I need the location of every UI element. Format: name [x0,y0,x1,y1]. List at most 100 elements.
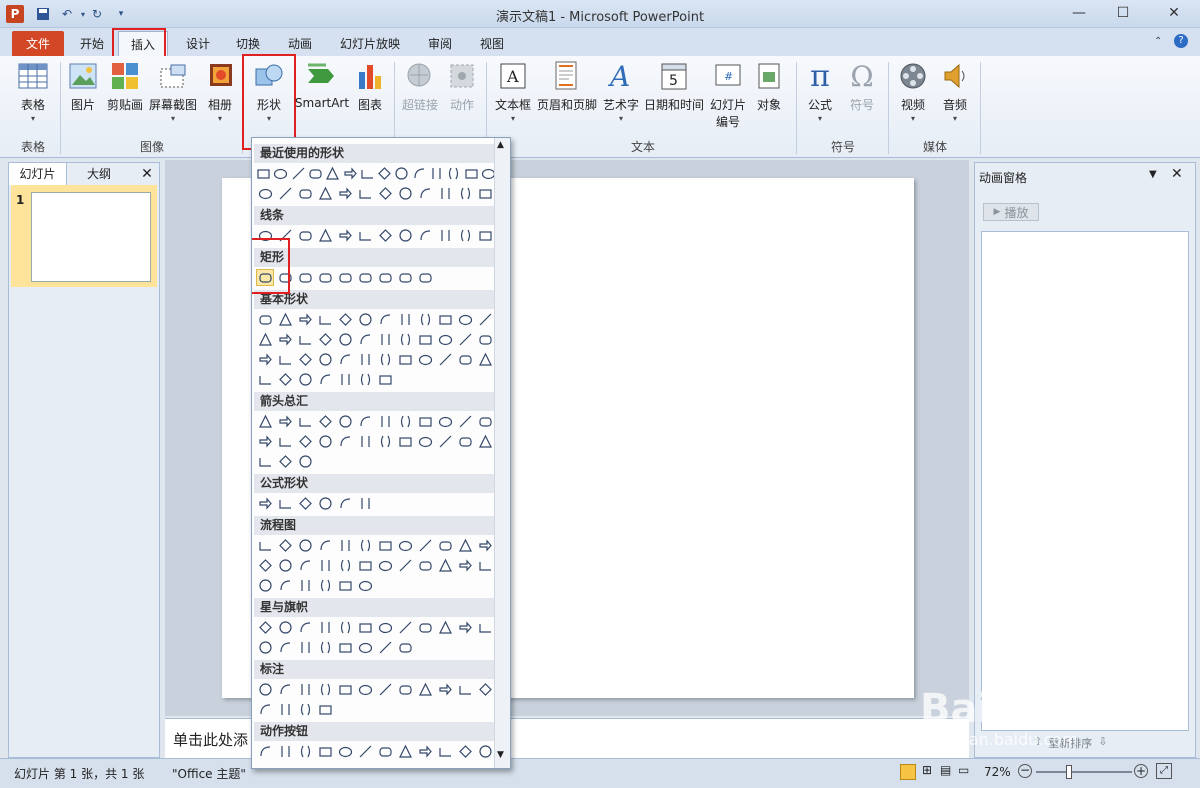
shape-option[interactable] [476,433,494,450]
shape-option[interactable] [476,619,494,636]
shape-option[interactable] [256,331,274,348]
shape-option[interactable] [396,433,414,450]
shape-option[interactable] [296,351,314,368]
shape-option[interactable] [416,311,434,328]
shape-option[interactable] [276,743,294,760]
scroll-up-icon[interactable]: ▲ [497,140,504,150]
shape-option[interactable] [276,495,294,512]
audio-button[interactable]: 音频 ▾ [938,60,972,123]
shape-option[interactable] [456,311,474,328]
pane-options-icon[interactable]: ▼ [1149,169,1157,180]
shape-option[interactable] [436,311,454,328]
textbox-button[interactable]: A 文本框 ▾ [492,60,534,123]
shape-option[interactable] [276,681,294,698]
shape-option[interactable] [416,269,434,286]
shape-option[interactable] [325,165,340,182]
shape-option[interactable] [396,311,414,328]
shape-option[interactable] [436,433,454,450]
shape-option[interactable] [356,639,374,656]
shape-option[interactable] [416,185,434,202]
shape-option[interactable] [356,331,374,348]
shape-option[interactable] [456,227,474,244]
shape-option[interactable] [476,227,494,244]
shape-option[interactable] [276,701,294,718]
tab-slides[interactable]: 幻灯片 [9,163,67,185]
shape-option[interactable] [416,433,434,450]
shape-option[interactable] [316,577,334,594]
tab-transitions[interactable]: 切换 [226,31,270,56]
chart-button[interactable]: 图表 [354,60,386,113]
shape-option[interactable] [396,269,414,286]
shape-option[interactable] [256,537,274,554]
shape-option[interactable] [296,185,314,202]
shape-option[interactable] [316,743,334,760]
shape-option[interactable] [356,413,374,430]
shape-option[interactable] [436,227,454,244]
tab-file[interactable]: 文件 [12,31,64,56]
shape-option[interactable] [336,537,354,554]
shape-option[interactable] [396,743,414,760]
minimize-button[interactable]: — [1062,2,1096,24]
shape-option[interactable] [336,227,354,244]
shape-option[interactable] [412,165,427,182]
shape-option[interactable] [316,351,334,368]
shape-option[interactable] [416,743,434,760]
shape-option[interactable] [276,619,294,636]
shape-option[interactable] [336,557,354,574]
shape-option[interactable] [256,495,274,512]
shape-option[interactable] [356,495,374,512]
shape-option[interactable] [256,577,274,594]
help-icon[interactable]: ? [1174,34,1188,48]
album-button[interactable]: 相册 ▾ [202,60,238,123]
shape-option[interactable] [456,743,474,760]
shape-option[interactable] [296,413,314,430]
shape-option[interactable] [456,413,474,430]
shape-option[interactable] [296,743,314,760]
clipart-button[interactable]: 剪贴画 [104,60,146,113]
shape-option[interactable] [436,331,454,348]
shape-option[interactable] [436,619,454,636]
shape-option[interactable] [376,433,394,450]
shape-option[interactable] [276,557,294,574]
shape-option[interactable] [396,639,414,656]
shape-option[interactable] [396,619,414,636]
shape-option[interactable] [296,331,314,348]
shape-option[interactable] [456,433,474,450]
shape-option[interactable] [316,681,334,698]
hyperlink-button[interactable]: 超链接 [400,60,440,113]
tab-animations[interactable]: 动画 [278,31,322,56]
shape-option[interactable] [376,639,394,656]
shape-option[interactable] [296,557,314,574]
shape-option[interactable] [256,413,274,430]
shape-option[interactable] [416,331,434,348]
shape-option[interactable] [276,639,294,656]
table-button[interactable]: 表格 ▾ [14,60,52,123]
shape-option[interactable] [396,331,414,348]
shape-option[interactable] [416,681,434,698]
shape-option[interactable] [316,371,334,388]
shape-option[interactable] [446,165,461,182]
close-pane-icon[interactable]: ✕ [1171,166,1183,182]
zoom-in-icon[interactable]: + [1134,764,1148,778]
shape-option[interactable] [296,701,314,718]
shape-option[interactable] [436,681,454,698]
shape-option[interactable] [376,269,394,286]
shape-option[interactable] [316,619,334,636]
shape-option[interactable] [360,165,375,182]
shape-option[interactable] [276,577,294,594]
shape-option[interactable] [296,537,314,554]
shape-option[interactable] [476,413,494,430]
shape-option[interactable] [436,557,454,574]
shape-option[interactable] [296,227,314,244]
shape-option[interactable] [396,185,414,202]
shape-option[interactable] [376,413,394,430]
shape-option[interactable] [256,351,274,368]
shape-option[interactable] [356,227,374,244]
shape-option[interactable] [376,537,394,554]
shape-option[interactable] [296,371,314,388]
slide-sorter-icon[interactable]: ⊞ [922,763,932,777]
shape-option[interactable] [376,351,394,368]
slide-number-button[interactable]: # 幻灯片 编号 [708,60,748,130]
shape-option[interactable] [416,227,434,244]
wordart-button[interactable]: A 艺术字 ▾ [602,60,640,123]
